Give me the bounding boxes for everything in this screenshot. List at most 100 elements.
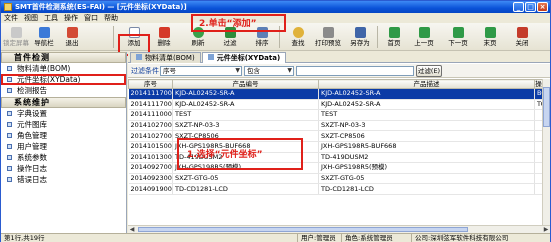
cell-product-desc[interactable]: JXH-GPS198R5(预模) <box>318 162 535 174</box>
scroll-left-icon[interactable]: ◀ <box>128 226 136 233</box>
cell-product-code[interactable]: TEST <box>172 109 319 121</box>
nav-item-library[interactable]: 元件图库 <box>1 119 126 130</box>
cell-index[interactable]: 20141013001 <box>128 152 173 164</box>
filter-operator-select[interactable]: 包含 ▼ <box>244 66 294 76</box>
cell-product-desc[interactable]: TEST <box>318 109 535 121</box>
vertical-scrollbar[interactable] <box>542 79 550 225</box>
nav-item-users[interactable]: 用户管理 <box>1 141 126 152</box>
nav-toggle-button[interactable]: 导航栏 <box>31 24 57 50</box>
nav-item-dictionary[interactable]: 字典设置 <box>1 108 126 119</box>
cell-product-desc[interactable]: JXH-GPS198R5-BUF668 <box>318 141 535 153</box>
cell-index[interactable]: 20141110001 <box>128 109 173 121</box>
nav-item-oplog[interactable]: 操作日志 <box>1 163 126 174</box>
nav-item-label: 系统参数 <box>17 153 47 162</box>
close-tab-button[interactable]: 关闭 <box>509 24 535 50</box>
minimize-button[interactable]: _ <box>513 2 524 12</box>
title-bar[interactable]: SMT首件检测系统(ES-FAI) — [元件坐标(XYData)] _ □ × <box>1 1 550 13</box>
table-row[interactable]: 20141027002 SXZT-NP-03-3 SXZT-NP-03-3 <box>128 120 542 132</box>
nav-item-params[interactable]: 系统参数 <box>1 152 126 163</box>
cell-product-desc[interactable]: SXZT-NP-03-3 <box>318 120 535 132</box>
cell-index[interactable]: 20140927001 <box>128 162 173 174</box>
find-button[interactable]: 查找 <box>285 24 311 50</box>
cell-operator[interactable] <box>534 152 542 164</box>
cell-product-desc[interactable]: TD-419DUSM2 <box>318 152 535 164</box>
cell-product-desc[interactable]: TD-CD1281-LCD <box>318 183 535 195</box>
cell-index[interactable]: 20140923001 <box>128 173 173 185</box>
filter-field-select[interactable]: 序号 ▼ <box>160 66 242 76</box>
nav-item-errlog[interactable]: 错误日志 <box>1 174 126 185</box>
close-window-button[interactable]: × <box>537 2 548 12</box>
apply-filter-button[interactable]: 过滤(E) <box>416 65 442 77</box>
cell-operator[interactable] <box>534 162 542 174</box>
menu-view[interactable]: 视图 <box>24 13 38 23</box>
table-row[interactable]: 20140919001 TD-CD1281-LCD TD-CD1281-LCD <box>128 183 542 195</box>
print-preview-button[interactable]: 打印预览 <box>315 24 341 50</box>
cell-operator[interactable] <box>534 173 542 185</box>
cell-index[interactable]: 20141117002 <box>128 99 173 111</box>
find-label: 查找 <box>291 39 305 47</box>
cell-operator[interactable] <box>534 183 542 195</box>
lock-screen-button[interactable]: 锁定屏幕 <box>3 24 29 50</box>
table-row[interactable]: 20140923001 SXZT-GTG-05 SXZT-GTG-05 <box>128 173 542 185</box>
table-row[interactable]: 20141117003 KJD-AL02452-SR-A KJD-AL02452-S… <box>128 88 542 100</box>
scroll-thumb[interactable] <box>138 227 468 232</box>
cell-index[interactable]: 20141015001 <box>128 141 173 153</box>
nav-item-xydata[interactable]: 元件坐标(XYData) <box>1 74 126 85</box>
cell-product-desc[interactable]: KJD-AL02452-SR-A <box>318 99 535 111</box>
cell-index[interactable]: 20140919001 <box>128 183 173 195</box>
menu-file[interactable]: 文件 <box>4 13 18 23</box>
menu-help[interactable]: 帮助 <box>104 13 118 23</box>
last-page-button[interactable]: 末页 <box>477 24 503 50</box>
cell-product-code[interactable]: KJD-AL02452-SR-A <box>172 88 319 100</box>
cell-product-code[interactable]: SXZT-NP-03-3 <box>172 120 319 132</box>
section-system[interactable]: 系统维护 <box>1 97 126 108</box>
delete-icon <box>158 27 170 38</box>
menu-window[interactable]: 窗口 <box>84 13 98 23</box>
nav-item-bom[interactable]: 物料清单(BOM) <box>1 63 126 74</box>
cell-operator[interactable] <box>534 120 542 132</box>
lock-icon <box>10 27 22 38</box>
status-separator <box>297 234 298 242</box>
filter-value-input[interactable] <box>296 66 414 76</box>
menu-tools[interactable]: 工具 <box>44 13 58 23</box>
tab-xydata[interactable]: 元件坐标(XYData) <box>201 52 287 63</box>
table-row[interactable]: 20141117002 KJD-AL02452-SR-A KJD-AL02452-S… <box>128 99 542 111</box>
cell-operator[interactable] <box>534 141 542 153</box>
tab-bom[interactable]: 物料清单(BOM) <box>130 52 201 63</box>
cell-product-desc[interactable]: SXZT-CP8506 <box>318 130 535 142</box>
cell-product-code[interactable]: KJD-AL02452-SR-A <box>172 99 319 111</box>
scroll-right-icon[interactable]: ▶ <box>542 226 550 233</box>
cell-product-desc[interactable]: SXZT-GTG-05 <box>318 173 535 185</box>
table-row[interactable]: 20141110001 TEST TEST <box>128 109 542 121</box>
cell-product-code[interactable]: SXZT-GTG-05 <box>172 173 319 185</box>
tab-icon <box>207 54 214 60</box>
maximize-button[interactable]: □ <box>525 2 536 12</box>
horizontal-scrollbar[interactable]: ◀ ▶ <box>128 225 550 233</box>
exit-button[interactable]: 退出 <box>59 24 85 50</box>
cell-index[interactable]: 20141027001 <box>128 130 173 142</box>
cell-operator[interactable] <box>534 109 542 121</box>
delete-button[interactable]: 删除 <box>151 24 177 50</box>
next-page-button[interactable]: 下一页 <box>445 24 471 50</box>
cell-operator[interactable]: BO <box>534 88 542 100</box>
column-header-operator[interactable]: 操 <box>534 79 542 89</box>
scroll-thumb[interactable] <box>543 87 550 127</box>
column-header-product-desc[interactable]: 产品描述 <box>318 79 535 89</box>
column-header-product-code[interactable]: 产品编号 <box>172 79 319 89</box>
app-window: SMT首件检测系统(ES-FAI) — [元件坐标(XYData)] _ □ ×… <box>0 0 551 242</box>
column-header-index[interactable]: 序号 <box>128 79 173 89</box>
nav-item-report[interactable]: 检测报告 <box>1 85 126 96</box>
cell-operator[interactable] <box>534 130 542 142</box>
section-first-article[interactable]: 首件检测 <box>1 52 126 63</box>
menu-action[interactable]: 操作 <box>64 13 78 23</box>
cell-index[interactable]: 20141117003 <box>128 88 173 100</box>
first-page-button[interactable]: 首页 <box>381 24 407 50</box>
add-callout-text: 2.单击“添加” <box>199 19 257 29</box>
prev-page-button[interactable]: 上一页 <box>411 24 437 50</box>
cell-product-code[interactable]: TD-CD1281-LCD <box>172 183 319 195</box>
cell-product-desc[interactable]: KJD-AL02452-SR-A <box>318 88 535 100</box>
cell-index[interactable]: 20141027002 <box>128 120 173 132</box>
cell-operator[interactable]: TC <box>534 99 542 111</box>
nav-item-roles[interactable]: 角色管理 <box>1 130 126 141</box>
save-as-button[interactable]: 另存为 <box>347 24 373 50</box>
